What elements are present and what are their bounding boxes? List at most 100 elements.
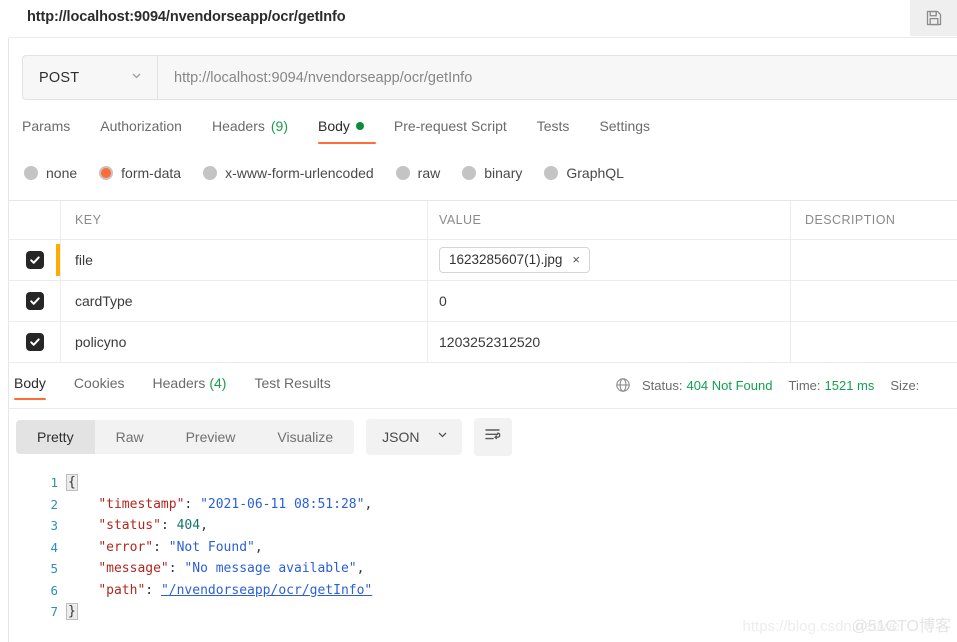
radio-binary-icon (462, 166, 477, 180)
tab-headers-count: (9) (270, 118, 288, 134)
line-number: 3 (50, 518, 58, 533)
checkbox-checked-icon[interactable] (25, 251, 44, 269)
response-tab-body-label: Body (14, 375, 46, 391)
json-key: "error" (98, 539, 154, 555)
tab-settings-label: Settings (599, 118, 651, 134)
tab-authorization[interactable]: Authorization (100, 118, 200, 144)
response-tab-body[interactable]: Body (14, 375, 46, 400)
view-visualize-button[interactable]: Visualize (256, 420, 354, 454)
response-tab-cookies[interactable]: Cookies (74, 375, 125, 400)
json-key: "message" (98, 561, 169, 576)
response-format-selector[interactable]: JSON (366, 419, 462, 455)
response-tab-test-results[interactable]: Test Results (254, 375, 330, 400)
tab-headers-label: Headers (211, 118, 265, 134)
json-separator: : (145, 582, 161, 598)
body-type-binary-label: binary (484, 165, 523, 181)
body-type-form-data-label: form-data (121, 165, 182, 181)
tab-body[interactable]: Body (318, 118, 382, 144)
wrap-lines-button[interactable] (473, 418, 512, 456)
tab-params[interactable]: Params (22, 118, 88, 144)
line-number: 6 (50, 582, 58, 598)
tab-tests[interactable]: Tests (537, 118, 588, 144)
tab-settings[interactable]: Settings (599, 118, 668, 144)
checkbox-checked-icon[interactable] (25, 333, 44, 351)
view-preview-button[interactable]: Preview (165, 420, 257, 454)
open-brace: { (66, 474, 78, 491)
body-type-raw-label: raw (417, 165, 441, 181)
tab-authorization-label: Authorization (100, 118, 182, 134)
page-title: http://localhost:9094/nvendorseapp/ocr/g… (27, 9, 346, 25)
tab-body-active-underline (318, 141, 376, 144)
title-bar: http://localhost:9094/nvendorseapp/ocr/g… (9, 0, 957, 38)
file-value-chip[interactable]: 1623285607(1).jpg × (439, 247, 590, 273)
response-tab-test-results-label: Test Results (254, 375, 331, 391)
tab-params-label: Params (22, 118, 71, 134)
radio-raw-icon (395, 166, 410, 180)
json-comma: , (254, 539, 263, 555)
tab-headers[interactable]: Headers (9) (212, 118, 306, 144)
radio-graphql-icon (544, 166, 559, 180)
line-number: 1 (50, 475, 58, 490)
line-number: 4 (50, 539, 58, 555)
line-number-gutter: 1 2 3 4 5 6 7 (9, 468, 67, 642)
line-number: 5 (50, 561, 58, 576)
table-row[interactable]: file 1623285607(1).jpg × (9, 240, 957, 281)
response-tab-headers[interactable]: Headers (4) (153, 375, 227, 400)
row-checkbox-cell[interactable] (9, 322, 61, 362)
json-value: 404 (176, 518, 201, 533)
table-row[interactable]: cardType 0 (9, 281, 957, 322)
code-lines: { "timestamp": "2021-06-11 08:51:28", "s… (66, 468, 957, 642)
row-key-value[interactable]: cardType (75, 293, 133, 309)
response-tab-headers-count: (4) (209, 375, 227, 391)
save-button[interactable] (910, 0, 957, 36)
radio-urlencoded-icon (203, 166, 218, 180)
body-type-binary[interactable]: binary (462, 165, 522, 181)
row-value-value[interactable]: 0 (439, 293, 447, 309)
response-divider (9, 408, 957, 409)
code-line: { (66, 472, 957, 494)
time-label: Time: (788, 377, 821, 393)
globe-icon[interactable] (615, 377, 631, 393)
json-separator: : (168, 561, 185, 576)
response-format-label: JSON (382, 429, 420, 445)
row-value-value[interactable]: 1203252312520 (439, 334, 540, 350)
body-type-none[interactable]: none (24, 165, 77, 181)
checkbox-checked-icon[interactable] (25, 292, 44, 310)
close-brace: } (66, 603, 78, 620)
body-type-raw[interactable]: raw (395, 165, 441, 181)
body-type-form-data[interactable]: form-data (99, 165, 181, 181)
remove-file-icon[interactable]: × (572, 253, 580, 266)
left-rail (0, 0, 9, 642)
row-checkbox-cell[interactable] (9, 240, 61, 280)
row-key-value[interactable]: file (75, 252, 93, 268)
code-line: } (66, 601, 957, 623)
row-key-value[interactable]: policyno (75, 334, 126, 350)
status-label: Status: (642, 377, 683, 393)
response-body-viewer[interactable]: 1 2 3 4 5 6 7 { "timestamp": "2021-06-11… (9, 468, 957, 642)
left-rail-top-spacer (0, 0, 9, 38)
wrap-lines-icon (484, 427, 501, 447)
json-value-link[interactable]: "/nvendorseapp/ocr/getInfo" (161, 583, 372, 598)
row-checkbox-cell[interactable] (9, 281, 61, 321)
tab-body-label: Body (318, 118, 350, 134)
body-type-none-label: none (46, 165, 78, 181)
response-tabs: Body Cookies Headers (4) Test Results (14, 375, 359, 400)
code-line: "path": "/nvendorseapp/ocr/getInfo" (67, 580, 957, 602)
json-separator: : (160, 518, 177, 533)
view-raw-button[interactable]: Raw (95, 420, 165, 454)
table-row[interactable]: policyno 1203252312520 (9, 322, 957, 363)
code-line: "message": "No message available", (67, 558, 957, 580)
table-header-row: KEY VALUE DESCRIPTION (9, 201, 957, 240)
tab-pre-request-script[interactable]: Pre-request Script (394, 118, 525, 144)
body-has-content-dot-icon (355, 122, 364, 130)
http-method-selector[interactable]: POST (22, 55, 157, 100)
body-type-urlencoded[interactable]: x-www-form-urlencoded (203, 165, 374, 181)
json-separator: : (153, 539, 169, 555)
url-input[interactable]: http://localhost:9094/nvendorseapp/ocr/g… (157, 55, 957, 100)
body-type-graphql[interactable]: GraphQL (544, 165, 624, 181)
view-pretty-button[interactable]: Pretty (16, 420, 95, 454)
body-type-radio-group: none form-data x-www-form-urlencoded raw… (24, 165, 646, 181)
form-data-table: KEY VALUE DESCRIPTION file 1623285607(1)… (9, 200, 957, 363)
request-tabs: Params Authorization Headers (9) Body Pr… (22, 118, 680, 150)
status-value: 404 Not Found (686, 377, 773, 393)
